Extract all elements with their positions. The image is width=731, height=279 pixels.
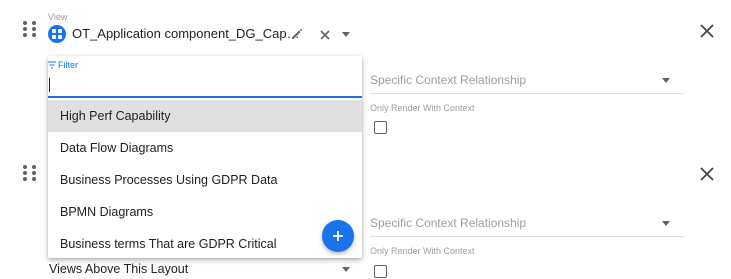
view-grid-icon — [48, 25, 66, 43]
chevron-down-icon[interactable] — [662, 221, 670, 226]
context-relationship-placeholder: Specific Context Relationship — [370, 216, 527, 230]
dropdown-option-label: Data Flow Diagrams — [60, 141, 174, 155]
filter-icon — [48, 61, 56, 69]
layout-editor: View OT_Application component_DG_Capabil… — [0, 0, 731, 279]
filter-label: Filter — [48, 60, 78, 70]
dropdown-option-label: Business Processes Using GDPR Data — [60, 173, 278, 187]
chevron-down-icon[interactable] — [342, 32, 350, 37]
view-value: OT_Application component_DG_Capability — [72, 26, 302, 41]
filter-label-text: Filter — [58, 60, 78, 70]
dropdown-option-label: Business terms That are GDPR Critical — [60, 237, 277, 251]
dropdown-option[interactable]: Data Flow Diagrams — [48, 132, 362, 164]
text-cursor — [49, 78, 50, 92]
close-icon[interactable] — [698, 22, 716, 40]
context-relationship-select[interactable]: Specific Context Relationship — [370, 212, 684, 237]
context-relationship-select[interactable]: Specific Context Relationship — [370, 69, 684, 94]
views-above-select[interactable]: Views Above This Layout — [48, 261, 354, 279]
dropdown-option-label: High Perf Capability — [60, 109, 171, 123]
chevron-down-icon[interactable] — [342, 267, 350, 272]
drag-handle-icon[interactable] — [23, 21, 37, 39]
only-render-checkbox[interactable] — [374, 265, 387, 278]
dropdown-option-label: BPMN Diagrams — [60, 205, 154, 219]
add-button[interactable] — [322, 220, 354, 252]
filter-area: Filter — [48, 56, 362, 100]
clear-icon[interactable] — [319, 28, 331, 40]
filter-input[interactable] — [48, 74, 362, 98]
view-dropdown-panel: Filter High Perf Capability Data Flow Di… — [48, 56, 362, 258]
only-render-label: Only Render With Context — [370, 246, 475, 256]
only-render-checkbox[interactable] — [374, 121, 387, 134]
view-label: View — [48, 12, 68, 22]
drag-handle-icon[interactable] — [23, 165, 37, 183]
chevron-down-icon[interactable] — [662, 78, 670, 83]
dropdown-option[interactable]: Business terms That are GDPR Critical — [48, 228, 362, 258]
edit-icon[interactable] — [290, 27, 304, 41]
dropdown-option[interactable]: Business Processes Using GDPR Data — [48, 164, 362, 196]
add-icon — [333, 231, 343, 241]
views-above-value: Views Above This Layout — [49, 262, 189, 276]
dropdown-option[interactable]: BPMN Diagrams — [48, 196, 362, 228]
view-select[interactable]: OT_Application component_DG_Capability — [48, 22, 360, 46]
context-relationship-placeholder: Specific Context Relationship — [370, 73, 527, 87]
only-render-label: Only Render With Context — [370, 103, 475, 113]
close-icon[interactable] — [698, 165, 716, 183]
dropdown-option[interactable]: High Perf Capability — [48, 100, 362, 132]
